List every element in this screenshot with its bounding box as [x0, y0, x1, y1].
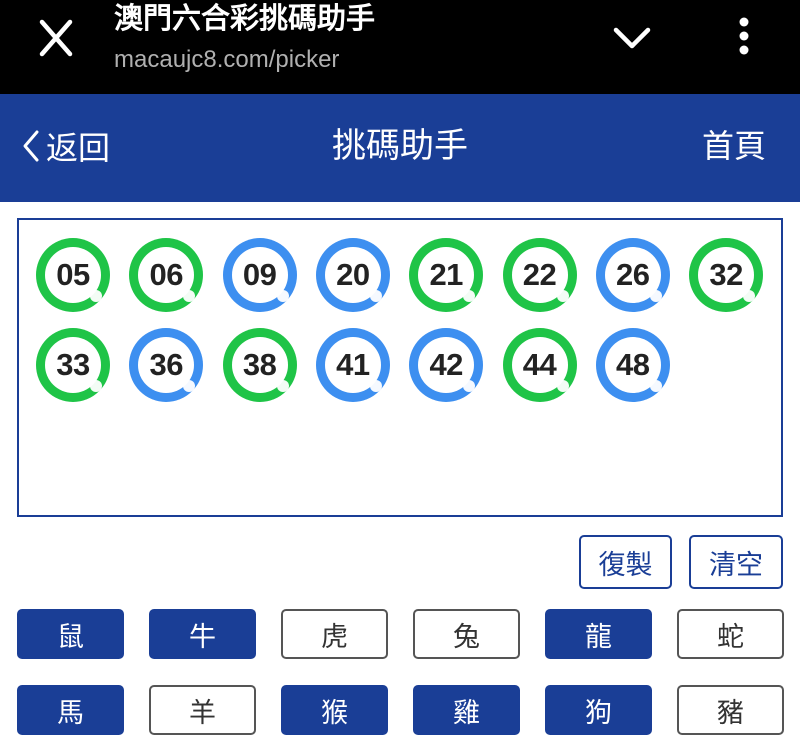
number-ball[interactable]: 26: [595, 238, 670, 312]
number-ball[interactable]: 09: [222, 238, 297, 312]
number-ball[interactable]: 05: [36, 238, 110, 312]
number-ball[interactable]: 36: [129, 328, 204, 402]
ball-highlight: [743, 290, 756, 302]
zodiac-button[interactable]: 狗: [545, 685, 652, 735]
page-title: 挑碼助手: [332, 126, 468, 166]
number-ball[interactable]: 20: [315, 238, 390, 312]
zodiac-button[interactable]: 雞: [413, 685, 520, 735]
zodiac-button[interactable]: 鼠: [17, 609, 124, 659]
zodiac-button[interactable]: 兔: [413, 609, 520, 659]
clear-button[interactable]: 清空: [689, 535, 783, 589]
ball-highlight: [183, 290, 196, 302]
number-ball[interactable]: 06: [129, 238, 204, 312]
number-ball[interactable]: 38: [222, 328, 297, 402]
zodiac-button[interactable]: 龍: [545, 609, 652, 659]
number-ball[interactable]: 48: [595, 328, 670, 402]
browser-bar: 澳門六合彩挑碼助手 macaujc8.com/picker: [0, 0, 800, 94]
zodiac-button[interactable]: 豬: [677, 685, 784, 735]
browser-url[interactable]: macaujc8.com/picker: [114, 44, 339, 76]
copy-button[interactable]: 復製: [579, 535, 672, 589]
zodiac-button[interactable]: 猴: [281, 685, 388, 735]
ball-highlight: [90, 380, 102, 392]
app-header: 返回 挑碼助手 首頁: [0, 94, 800, 202]
home-button[interactable]: 首頁: [702, 124, 766, 168]
ball-highlight: [183, 380, 196, 392]
zodiac-button[interactable]: 虎: [281, 609, 388, 659]
number-ball[interactable]: 33: [36, 328, 110, 402]
number-ball[interactable]: 32: [689, 238, 764, 312]
ball-highlight: [649, 290, 662, 302]
ball-highlight: [463, 380, 476, 392]
ball-highlight: [556, 380, 569, 392]
ball-highlight: [276, 380, 289, 392]
ball-highlight: [649, 380, 662, 392]
ball-highlight: [369, 380, 382, 392]
ball-highlight: [90, 290, 102, 302]
number-ball[interactable]: 44: [502, 328, 577, 402]
zodiac-button[interactable]: 蛇: [677, 609, 784, 659]
chevron-down-icon[interactable]: [606, 18, 658, 58]
number-ball[interactable]: 22: [502, 238, 577, 312]
ball-highlight: [276, 290, 289, 302]
ball-highlight: [463, 290, 476, 302]
number-ball[interactable]: 21: [409, 238, 484, 312]
more-options-icon[interactable]: [722, 14, 766, 62]
close-icon[interactable]: [30, 16, 82, 60]
zodiac-button[interactable]: 馬: [17, 685, 124, 735]
browser-page-title: 澳門六合彩挑碼助手: [114, 1, 376, 35]
zodiac-button[interactable]: 牛: [149, 609, 256, 659]
ball-highlight: [369, 290, 382, 302]
picked-numbers-panel: 05 06 09 20 21 22 26 32 33 36 38 41 42 44 48: [17, 218, 783, 517]
zodiac-button[interactable]: 羊: [149, 685, 256, 735]
number-ball[interactable]: 41: [315, 328, 390, 402]
ball-highlight: [556, 290, 569, 302]
number-ball[interactable]: 42: [409, 328, 484, 402]
